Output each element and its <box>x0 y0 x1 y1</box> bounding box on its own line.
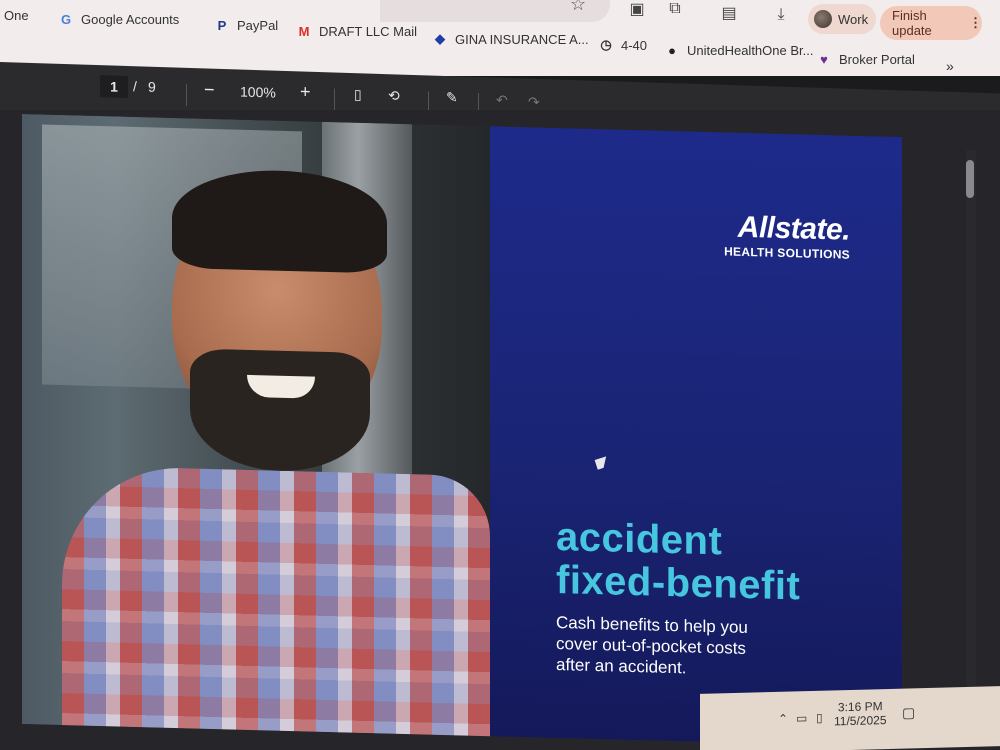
bookmark-item-unitedhealthone[interactable]: ● UnitedHealthOne Br... <box>664 42 813 58</box>
bookmark-item-gina-insurance[interactable]: ◆ GINA INSURANCE A... <box>432 31 589 47</box>
bookmark-label: Broker Portal <box>839 51 915 67</box>
network-icon[interactable]: ▭ <box>796 711 807 725</box>
gmail-icon: M <box>298 23 310 39</box>
page-total: 9 <box>148 78 156 95</box>
page-separator: / <box>133 78 137 95</box>
annotate-icon[interactable]: ✎ <box>446 89 458 106</box>
cover-blue-panel: Allstate. HEALTH SOLUTIONS accident fixe… <box>490 126 902 748</box>
chevron-up-icon[interactable]: ⌃ <box>778 712 788 726</box>
tray-date: 11/5/2025 <box>834 713 887 729</box>
battery-icon[interactable]: ▯ <box>816 711 823 725</box>
bookmark-item-broker-portal[interactable]: ♥ Broker Portal <box>816 51 915 67</box>
fit-page-icon[interactable]: ▯ <box>354 86 362 103</box>
bookmark-label: One <box>4 8 29 23</box>
current-page: 1 <box>110 78 118 95</box>
zoom-out-button[interactable]: − <box>204 79 215 100</box>
allstate-logo: Allstate. HEALTH SOLUTIONS <box>724 210 850 262</box>
bookmark-label: Google Accounts <box>81 11 180 27</box>
bookmark-item-draft-llc-mail[interactable]: M DRAFT LLC Mail <box>296 23 417 39</box>
logo-name: Allstate. <box>737 210 850 247</box>
bookmark-label: DRAFT LLC Mail <box>319 23 418 39</box>
bookmark-label: 4-40 <box>621 37 648 53</box>
bookmark-item-google-accounts[interactable]: G Google Accounts <box>58 11 179 27</box>
diamond-icon: ◆ <box>435 31 445 46</box>
cover-title: accident fixed-benefit <box>556 515 801 609</box>
redo-icon[interactable]: ↷ <box>528 94 540 111</box>
bookmark-label: GINA INSURANCE A... <box>455 31 589 47</box>
bookmark-item-4-40[interactable]: ◷ 4-40 <box>598 37 647 53</box>
photo-plaid-shirt <box>62 465 490 748</box>
scrollbar-thumb[interactable] <box>966 160 974 198</box>
pdf-page: Allstate. HEALTH SOLUTIONS accident fixe… <box>22 114 902 748</box>
heart-icon: ♥ <box>820 51 828 67</box>
bookmark-label: UnitedHealthOne Br... <box>687 42 814 58</box>
bookmarks-bar: One G Google Accounts P PayPal M DRAFT L… <box>0 0 1000 76</box>
zoom-level[interactable]: 100% <box>240 84 276 101</box>
rotate-icon[interactable]: ⟲ <box>388 87 400 104</box>
undo-icon[interactable]: ↶ <box>496 92 508 109</box>
cover-title-line: fixed-benefit <box>556 557 801 609</box>
divider <box>186 83 187 106</box>
zoom-in-button[interactable]: + <box>300 81 311 102</box>
tray-time: 3:16 PM <box>837 699 883 715</box>
bookmark-label: PayPal <box>237 17 279 33</box>
divider <box>334 88 335 111</box>
taskbar: ⌃ ▭ ▯ 3:16 PM 11/5/2025 ▢ <box>700 686 1000 750</box>
bookmark-item[interactable]: One <box>4 8 29 23</box>
cover-photo <box>22 114 490 748</box>
bookmark-item-paypal[interactable]: P PayPal <box>214 17 279 33</box>
bookmarks-overflow-icon[interactable]: » <box>946 58 954 74</box>
scrollbar[interactable] <box>966 150 976 690</box>
logo-subtitle: HEALTH SOLUTIONS <box>724 244 850 262</box>
clock-icon: ◷ <box>600 37 612 52</box>
paypal-icon: P <box>217 17 227 33</box>
photo-beard <box>190 348 370 474</box>
cover-subtitle: Cash benefits to help you cover out-of-p… <box>556 612 806 682</box>
notification-icon[interactable]: ▢ <box>902 704 915 721</box>
globe-icon: ● <box>668 42 676 58</box>
google-icon: G <box>60 11 72 27</box>
tray-clock[interactable]: 3:16 PM 11/5/2025 <box>834 699 887 728</box>
page-number-input[interactable]: 1 <box>100 75 128 99</box>
